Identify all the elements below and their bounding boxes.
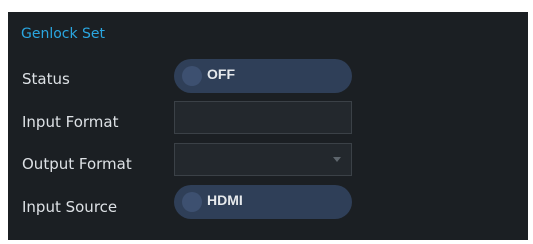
status-toggle-value: OFF (207, 66, 235, 82)
section-title: Genlock Set (21, 26, 106, 42)
output-format-select[interactable] (174, 143, 352, 176)
input-format-label: Input Format (22, 113, 119, 131)
status-toggle[interactable]: OFF (174, 59, 352, 93)
status-toggle-knob (182, 66, 202, 86)
input-source-label: Input Source (22, 198, 118, 216)
output-format-label: Output Format (22, 155, 132, 173)
status-label: Status (22, 70, 70, 88)
input-format-field[interactable] (174, 101, 352, 134)
input-source-value: HDMI (207, 192, 243, 208)
input-source-toggle[interactable]: HDMI (174, 185, 352, 219)
genlock-set-panel: Genlock Set Status OFF Input Format Outp… (8, 12, 528, 240)
chevron-down-icon (333, 157, 341, 162)
input-source-toggle-knob (182, 192, 202, 212)
